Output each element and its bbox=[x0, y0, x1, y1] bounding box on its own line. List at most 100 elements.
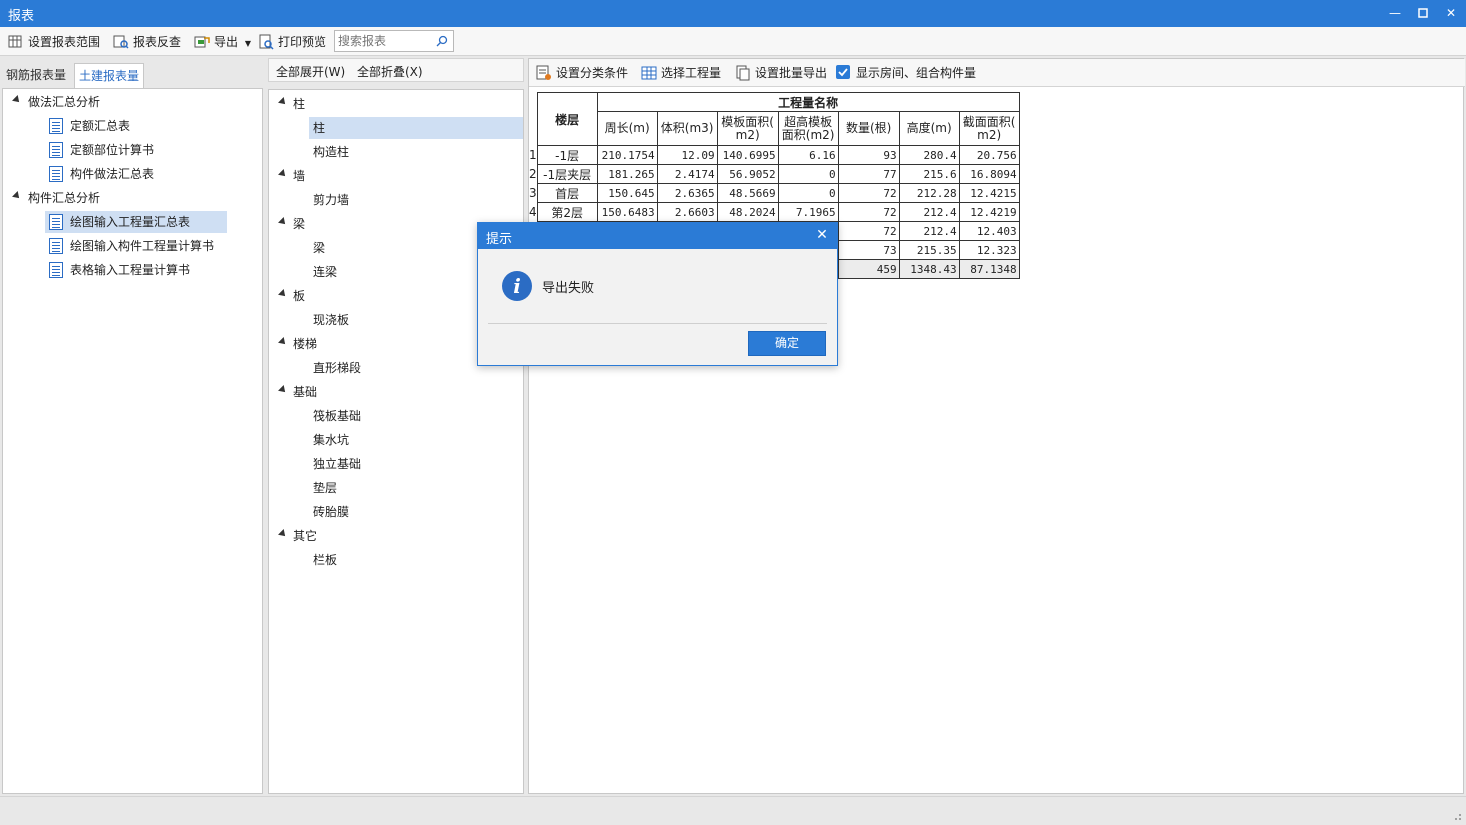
value-cell[interactable]: 12.09 bbox=[656, 145, 718, 165]
table-row[interactable]: 4 第2层 150.6483 2.6603 48.2024 7.1965 72 212.4 12… bbox=[529, 202, 1020, 222]
value-cell[interactable]: 210.1754 bbox=[596, 145, 658, 165]
value-cell[interactable]: 215.35 bbox=[898, 240, 960, 260]
value-cell[interactable]: 212.4 bbox=[898, 202, 960, 222]
tree-group-beam[interactable]: 梁 bbox=[277, 213, 305, 235]
value-cell[interactable]: 93 bbox=[837, 145, 900, 165]
select-quantity-button[interactable]: 选择工程量 bbox=[641, 64, 721, 82]
column-header[interactable]: 周长(m) bbox=[596, 111, 658, 146]
expand-arrow-icon[interactable] bbox=[12, 191, 22, 201]
tree-item-parapet[interactable]: 栏板 bbox=[309, 549, 337, 571]
tree-group-stairs[interactable]: 楼梯 bbox=[277, 333, 317, 355]
expand-arrow-icon[interactable] bbox=[278, 217, 288, 227]
value-cell[interactable]: 72 bbox=[837, 183, 900, 203]
value-cell[interactable]: 20.756 bbox=[958, 145, 1020, 165]
tree-item-straight-flight[interactable]: 直形梯段 bbox=[309, 357, 361, 379]
expand-arrow-icon[interactable] bbox=[278, 337, 288, 347]
column-header[interactable]: 体积(m3) bbox=[656, 111, 718, 146]
value-cell[interactable]: 7.1965 bbox=[777, 202, 839, 222]
value-cell[interactable]: 56.9052 bbox=[716, 164, 779, 184]
value-cell[interactable]: 140.6995 bbox=[716, 145, 779, 165]
table-row[interactable]: 1 -1层 210.1754 12.09 140.6995 6.16 93 280.4 20.7… bbox=[529, 145, 1020, 165]
value-cell[interactable]: 0 bbox=[777, 183, 839, 203]
tree-item-shear-wall[interactable]: 剪力墙 bbox=[309, 189, 349, 211]
report-search-input[interactable] bbox=[335, 31, 431, 51]
value-cell[interactable]: 459 bbox=[837, 259, 900, 279]
tree-item-table-input-calc[interactable]: 表格输入工程量计算书 bbox=[45, 259, 227, 281]
tree-item-sump-pit[interactable]: 集水坑 bbox=[309, 429, 349, 451]
value-cell[interactable]: 12.4215 bbox=[958, 183, 1020, 203]
tree-item-component-method[interactable]: 构件做法汇总表 bbox=[45, 163, 227, 185]
value-cell[interactable]: 6.16 bbox=[777, 145, 839, 165]
tree-group-component-summary[interactable]: 构件汇总分析 bbox=[11, 187, 100, 209]
expand-arrow-icon[interactable] bbox=[278, 385, 288, 395]
tree-item-drawing-component-calc[interactable]: 绘图输入构件工程量计算书 bbox=[45, 235, 227, 257]
expand-arrow-icon[interactable] bbox=[278, 529, 288, 539]
tree-item-cast-slab[interactable]: 现浇板 bbox=[309, 309, 349, 331]
tree-group-slab[interactable]: 板 bbox=[277, 285, 305, 307]
tree-group-column[interactable]: 柱 bbox=[277, 93, 305, 115]
ok-button[interactable]: 确定 bbox=[748, 331, 826, 356]
value-cell[interactable]: 2.6365 bbox=[656, 183, 718, 203]
value-cell[interactable]: 12.323 bbox=[958, 240, 1020, 260]
expand-arrow-icon[interactable] bbox=[12, 95, 22, 105]
tree-item-column[interactable]: 柱 bbox=[309, 117, 523, 139]
collapse-all-button[interactable]: 全部折叠(X) bbox=[357, 63, 423, 80]
value-cell[interactable]: 72 bbox=[837, 221, 900, 241]
value-cell[interactable]: 87.1348 bbox=[958, 259, 1020, 279]
table-row[interactable]: 3 首层 150.645 2.6365 48.5669 0 72 212.28 12.4215 bbox=[529, 183, 1020, 203]
value-cell[interactable]: 12.403 bbox=[958, 221, 1020, 241]
dialog-close-icon[interactable]: ✕ bbox=[813, 226, 831, 244]
value-cell[interactable]: 73 bbox=[837, 240, 900, 260]
floor-cell[interactable]: 首层 bbox=[536, 183, 598, 203]
maximize-icon[interactable] bbox=[1414, 4, 1432, 22]
value-cell[interactable]: 181.265 bbox=[596, 164, 658, 184]
set-classify-button[interactable]: 设置分类条件 bbox=[536, 64, 628, 82]
column-header[interactable]: 截面面积( m2) bbox=[958, 111, 1020, 146]
tree-group-other[interactable]: 其它 bbox=[277, 525, 317, 547]
close-icon[interactable]: ✕ bbox=[1442, 4, 1460, 22]
column-header[interactable]: 超高模板 面积(m2) bbox=[777, 111, 839, 146]
value-cell[interactable]: 77 bbox=[837, 164, 900, 184]
tree-item-cushion[interactable]: 垫层 bbox=[309, 477, 337, 499]
set-report-range-button[interactable]: 设置报表范围 bbox=[8, 32, 100, 52]
floor-column-header[interactable]: 楼层 bbox=[536, 92, 598, 146]
checkbox-checked-icon[interactable] bbox=[836, 65, 850, 79]
value-cell[interactable]: 2.4174 bbox=[656, 164, 718, 184]
value-cell[interactable]: 0 bbox=[777, 164, 839, 184]
floor-cell[interactable]: -1层 bbox=[536, 145, 598, 165]
tree-item-coupling-beam[interactable]: 连梁 bbox=[309, 261, 337, 283]
tree-item-constructional-column[interactable]: 构造柱 bbox=[309, 141, 349, 163]
value-cell[interactable]: 150.6483 bbox=[596, 202, 658, 222]
resize-grip-icon[interactable] bbox=[1452, 811, 1462, 821]
expand-all-button[interactable]: 全部展开(W) bbox=[276, 63, 345, 80]
batch-export-button[interactable]: 设置批量导出 bbox=[735, 64, 827, 82]
export-button[interactable]: 导出 ▼ bbox=[194, 32, 251, 52]
value-cell[interactable]: 150.645 bbox=[596, 183, 658, 203]
table-row[interactable]: 2 -1层夹层 181.265 2.4174 56.9052 0 77 215.6 16.809… bbox=[529, 164, 1020, 184]
tree-group-foundation[interactable]: 基础 bbox=[277, 381, 317, 403]
tree-item-brick-mold[interactable]: 砖胎膜 bbox=[309, 501, 349, 523]
tree-item-drawing-quantity-summary[interactable]: 绘图输入工程量汇总表 bbox=[45, 211, 227, 233]
value-cell[interactable]: 12.4219 bbox=[958, 202, 1020, 222]
tab-civil-report[interactable]: 土建报表量 bbox=[74, 63, 145, 88]
value-cell[interactable]: 48.2024 bbox=[716, 202, 779, 222]
value-cell[interactable]: 212.4 bbox=[898, 221, 960, 241]
value-cell[interactable]: 2.6603 bbox=[656, 202, 718, 222]
show-rooms-checkbox[interactable]: 显示房间、组合构件量 bbox=[836, 64, 976, 82]
tree-item-beam[interactable]: 梁 bbox=[309, 237, 325, 259]
value-cell[interactable]: 48.5669 bbox=[716, 183, 779, 203]
tab-rebar-report[interactable]: 钢筋报表量 bbox=[2, 63, 70, 88]
value-cell[interactable]: 280.4 bbox=[898, 145, 960, 165]
tree-item-quota-location[interactable]: 定额部位计算书 bbox=[45, 139, 227, 161]
column-header[interactable]: 数量(根) bbox=[837, 111, 900, 146]
floor-cell[interactable]: 第2层 bbox=[536, 202, 598, 222]
tree-item-raft-foundation[interactable]: 筏板基础 bbox=[309, 405, 361, 427]
expand-arrow-icon[interactable] bbox=[278, 97, 288, 107]
tree-group-wall[interactable]: 墙 bbox=[277, 165, 305, 187]
reverse-check-button[interactable]: 报表反查 bbox=[113, 32, 181, 52]
value-cell[interactable]: 1348.43 bbox=[898, 259, 960, 279]
tree-group-method-summary[interactable]: 做法汇总分析 bbox=[11, 91, 100, 113]
tree-item-isolated-foundation[interactable]: 独立基础 bbox=[309, 453, 361, 475]
value-cell[interactable]: 72 bbox=[837, 202, 900, 222]
expand-arrow-icon[interactable] bbox=[278, 289, 288, 299]
